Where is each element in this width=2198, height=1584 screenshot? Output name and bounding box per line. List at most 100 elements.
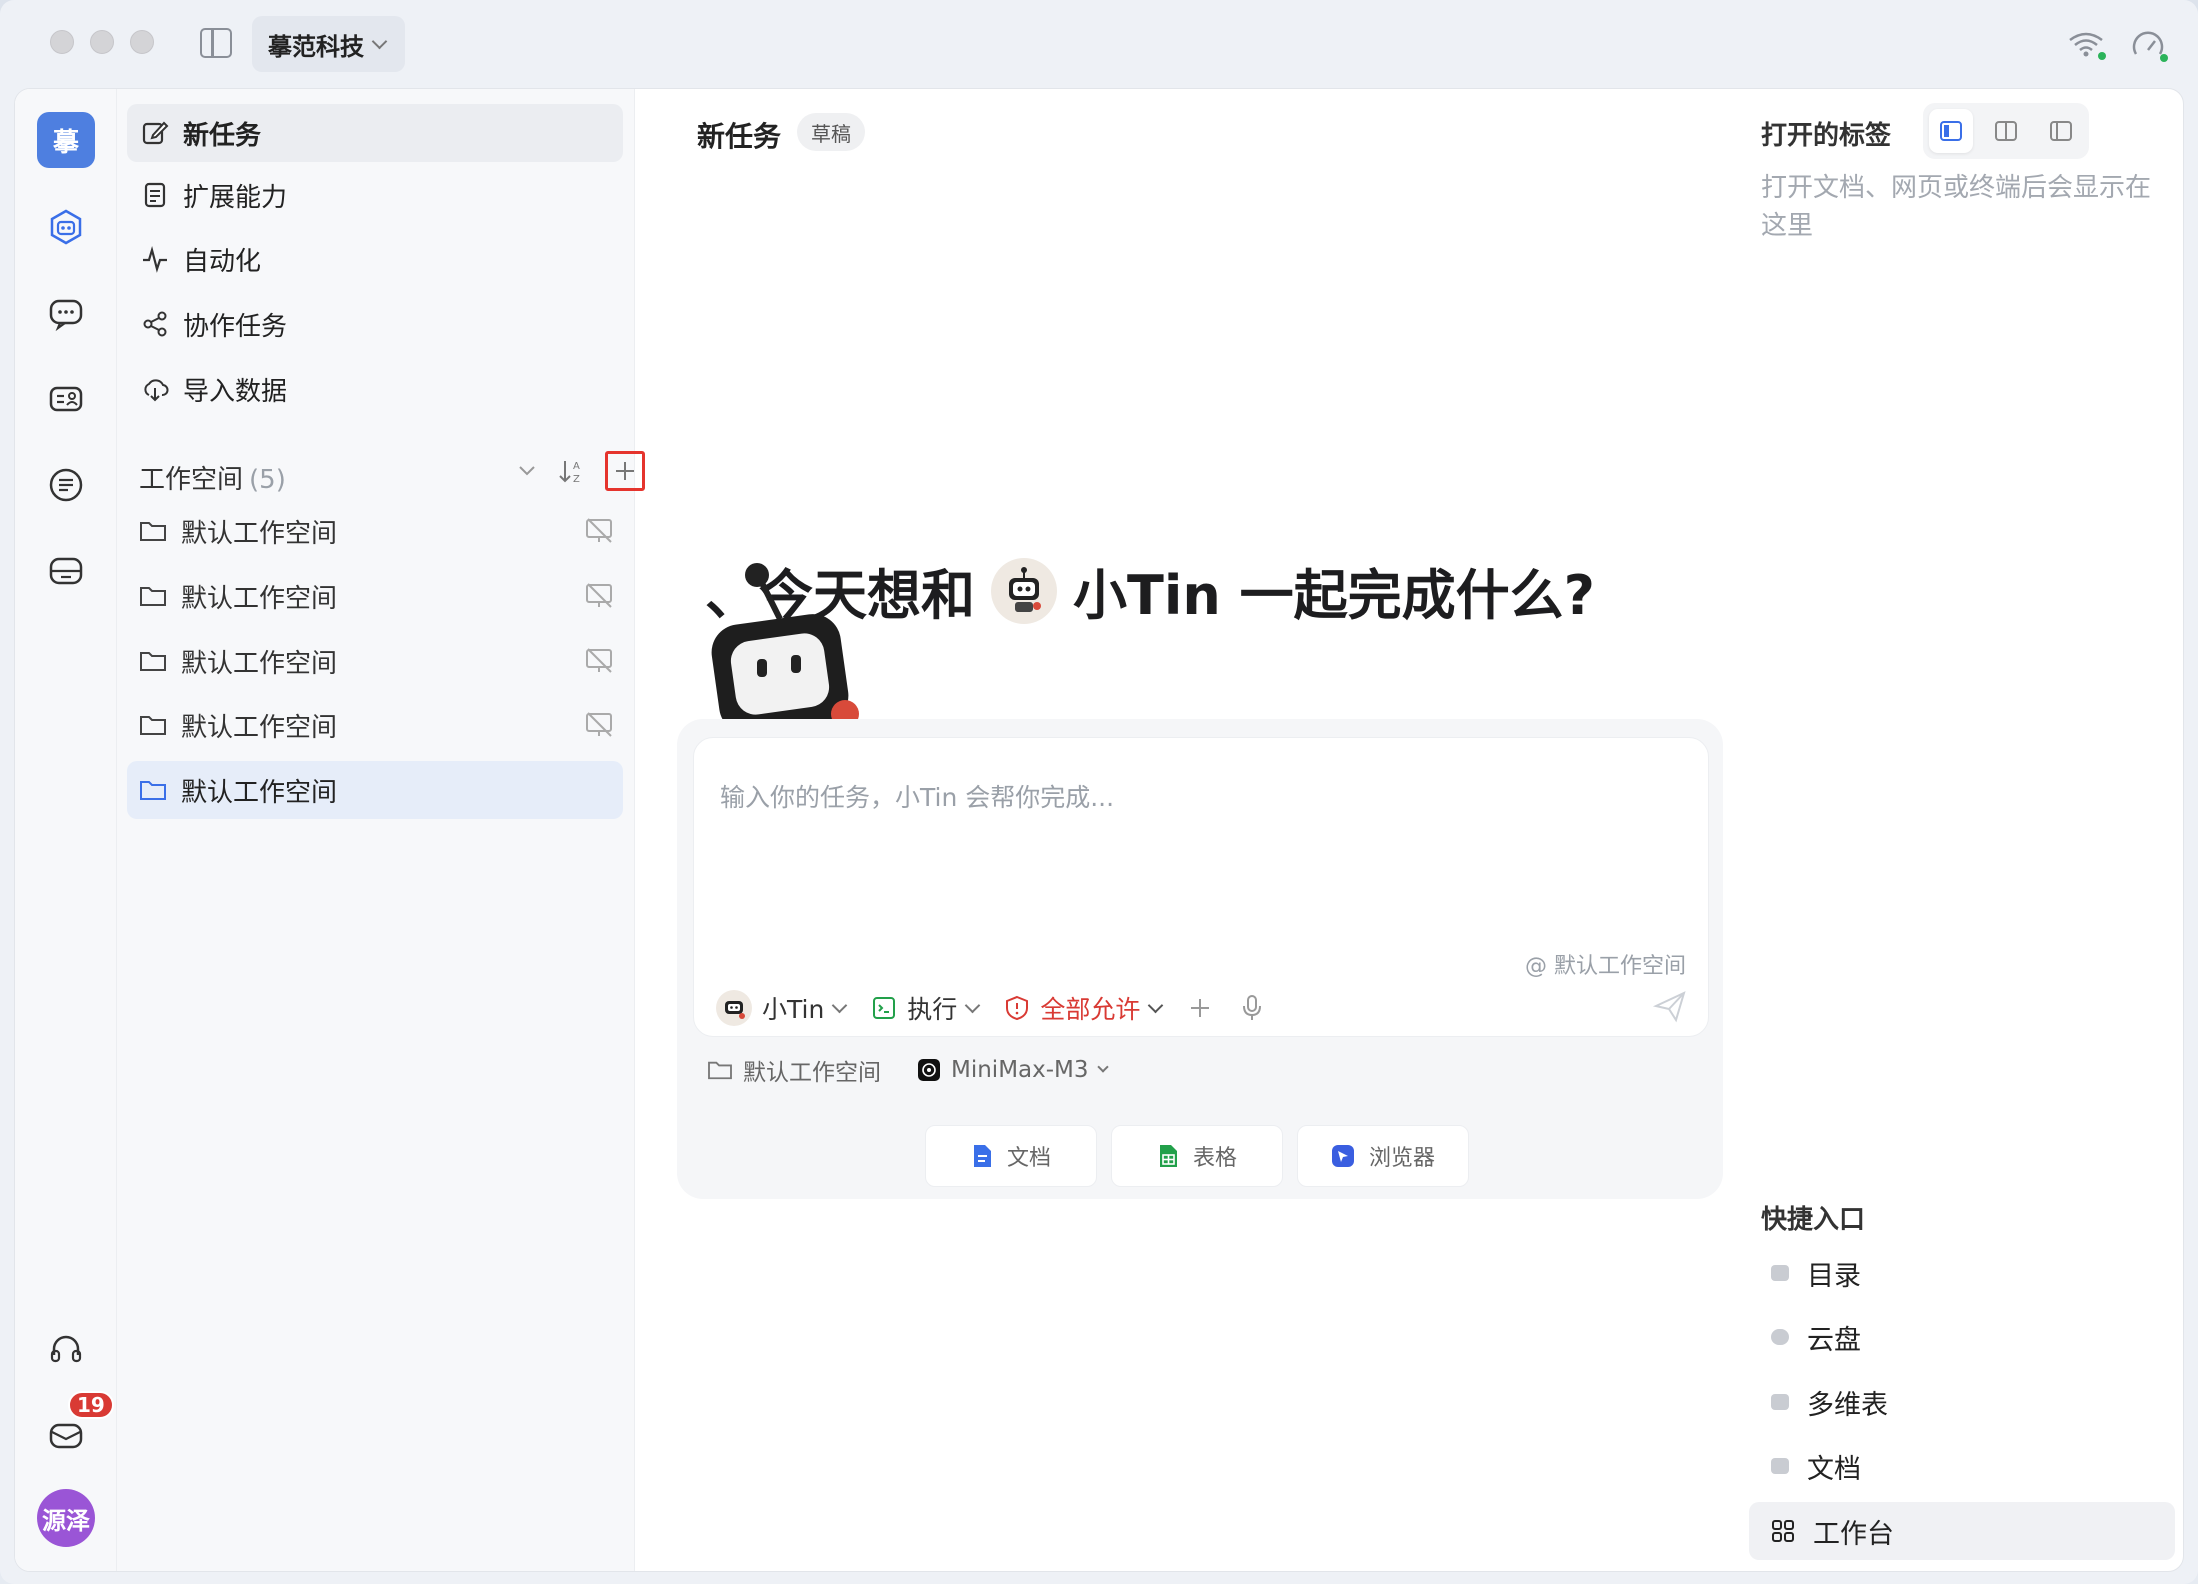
quick-item-cloud[interactable]: 云盘 — [1749, 1308, 2175, 1366]
activity-icon — [143, 245, 167, 273]
workspace-label: 默认工作空间 — [181, 712, 338, 743]
notification-badge: 19 — [68, 1391, 114, 1419]
quick-item-label: 云盘 — [1807, 1324, 1861, 1356]
mode-label: 执行 — [907, 995, 958, 1024]
svg-text:A: A — [573, 461, 580, 472]
folder-icon — [1771, 1265, 1789, 1281]
grid-icon — [1772, 1520, 1794, 1542]
workspace-label: 默认工作空间 — [181, 648, 338, 679]
main-panel: 摹 19 源泽 新任务 扩展能力 自动化 协作任务 导入数据 工作空间 (5) … — [14, 88, 2184, 1572]
chevron-down-icon — [965, 997, 981, 1013]
agent-selector[interactable]: 小Tin — [716, 990, 848, 1026]
open-browser-chip[interactable]: 浏览器 — [1297, 1125, 1469, 1187]
quick-item-workbench[interactable]: 工作台 — [1749, 1502, 2175, 1560]
sidebar-toggle-icon[interactable] — [200, 28, 232, 58]
shield-alert-icon — [1006, 995, 1029, 1021]
layout-left-icon — [1939, 121, 1962, 141]
draft-badge: 草稿 — [797, 113, 865, 151]
nav-new-task[interactable]: 新任务 — [127, 104, 623, 162]
user-avatar[interactable]: 源泽 — [37, 1489, 95, 1547]
workspace-item[interactable]: 默认工作空间 — [127, 696, 623, 754]
layout-right-panel-button[interactable] — [2039, 109, 2083, 153]
chevron-down-icon — [832, 997, 848, 1013]
title-bar: 摹范科技 — [0, 0, 2198, 88]
chip-label: 浏览器 — [1368, 1146, 1435, 1171]
open-tabs-empty-text: 打开文档、网页或终端后会显示在这里 — [1761, 173, 2152, 241]
nav-extensions-item[interactable]: 扩展能力 — [127, 166, 623, 224]
layout-split-icon — [1994, 121, 2017, 141]
folder-icon — [140, 522, 166, 541]
create-doc-chip[interactable]: 文档 — [925, 1125, 1097, 1187]
headset-icon[interactable] — [46, 1329, 86, 1369]
org-switcher[interactable]: 摹范科技 — [252, 16, 405, 72]
send-icon[interactable] — [1652, 988, 1688, 1024]
task-input[interactable]: 输入你的任务，小Tin 会帮你完成... — [720, 778, 1114, 814]
create-sheet-chip[interactable]: 表格 — [1111, 1125, 1283, 1187]
nav-label: 扩展能力 — [183, 182, 288, 213]
folder-drawer-icon[interactable] — [46, 551, 86, 591]
permission-selector[interactable]: 全部允许 — [1004, 990, 1164, 1026]
assistant-avatar — [991, 557, 1057, 624]
monitor-off-icon[interactable] — [585, 518, 613, 544]
sidebar: 新任务 扩展能力 自动化 协作任务 导入数据 工作空间 (5) A Z 默认工作… — [117, 89, 645, 1571]
task-title: 新任务 — [697, 120, 782, 153]
add-attachment-icon[interactable] — [1187, 995, 1213, 1021]
model-logo-icon — [918, 1059, 940, 1081]
plus-icon — [616, 462, 634, 480]
robot-icon[interactable] — [46, 207, 86, 247]
folder-icon — [140, 716, 166, 735]
nav-import-data[interactable]: 导入数据 — [127, 360, 623, 418]
nav-automation[interactable]: 自动化 — [127, 230, 623, 288]
quick-item-bitable[interactable]: 多维表 — [1749, 1373, 2175, 1431]
workspace-item[interactable]: 默认工作空间 — [127, 567, 623, 625]
cloud-icon — [1771, 1329, 1789, 1345]
workspace-item[interactable]: 默认工作空间 — [127, 632, 623, 690]
chevron-down-icon — [1096, 1061, 1109, 1073]
nav-label: 导入数据 — [183, 376, 288, 407]
mention-workspace[interactable]: @ 默认工作空间 — [1525, 948, 1686, 980]
sort-icon[interactable]: A Z — [557, 457, 585, 485]
nav-collab-tasks[interactable]: 协作任务 — [127, 295, 623, 353]
browser-icon — [1331, 1145, 1354, 1167]
app-window: 摹范科技 摹 19 源泽 新任务 扩展能力 自动化 协作任务 导入数据 工作空间… — [0, 0, 2198, 1584]
minimize-window-button[interactable] — [90, 30, 114, 54]
monitor-off-icon[interactable] — [585, 583, 613, 609]
workspace-item-selected[interactable]: 默认工作空间 — [127, 761, 623, 819]
monitor-off-icon[interactable] — [585, 648, 613, 674]
terminal-icon — [873, 997, 896, 1019]
inbox-icon[interactable] — [46, 1415, 86, 1455]
footer-model: MiniMax-M3 — [951, 1057, 1089, 1083]
quick-item-catalog[interactable]: 目录 — [1749, 1244, 2175, 1302]
quick-item-label: 工作台 — [1813, 1518, 1894, 1550]
monitor-off-icon[interactable] — [585, 712, 613, 738]
workspace-label: 默认工作空间 — [181, 777, 338, 808]
doc-icon — [973, 1145, 991, 1167]
performance-gauge-icon[interactable] — [2130, 28, 2170, 64]
workspace-selector[interactable]: 默认工作空间 — [707, 1053, 881, 1087]
zoom-window-button[interactable] — [130, 30, 154, 54]
open-tabs-title: 打开的标签 — [1761, 121, 1892, 151]
layout-left-panel-button[interactable] — [1928, 109, 1973, 153]
workspace-item[interactable]: 默认工作空间 — [127, 502, 623, 560]
close-window-button[interactable] — [50, 30, 74, 54]
mode-selector[interactable]: 执行 — [871, 990, 981, 1026]
model-selector[interactable]: MiniMax-M3 — [917, 1057, 1109, 1083]
task-composer[interactable]: 输入你的任务，小Tin 会帮你完成... @ 默认工作空间 小Tin 执行 全部… — [693, 737, 1709, 1037]
contacts-card-icon[interactable] — [46, 379, 86, 419]
quick-item-docs[interactable]: 文档 — [1749, 1437, 2175, 1495]
collapse-chevron-icon[interactable] — [517, 464, 537, 478]
layout-split-button[interactable] — [1984, 109, 2028, 153]
wifi-icon[interactable] — [2066, 28, 2106, 60]
org-logo[interactable]: 摹 — [37, 112, 95, 168]
svg-text:Z: Z — [573, 474, 580, 485]
table-icon — [1771, 1394, 1789, 1410]
sheet-icon — [1159, 1145, 1177, 1167]
quick-create-chips: 文档 表格 浏览器 — [925, 1125, 1469, 1187]
robot-avatar-icon — [716, 990, 752, 1026]
chevron-down-icon — [1148, 997, 1164, 1013]
notes-icon[interactable] — [46, 465, 86, 505]
microphone-icon[interactable] — [1239, 994, 1265, 1022]
workspaces-header: 工作空间 (5) — [139, 459, 286, 496]
workspaces-count: (5) — [249, 465, 286, 495]
chat-icon[interactable] — [46, 293, 86, 333]
